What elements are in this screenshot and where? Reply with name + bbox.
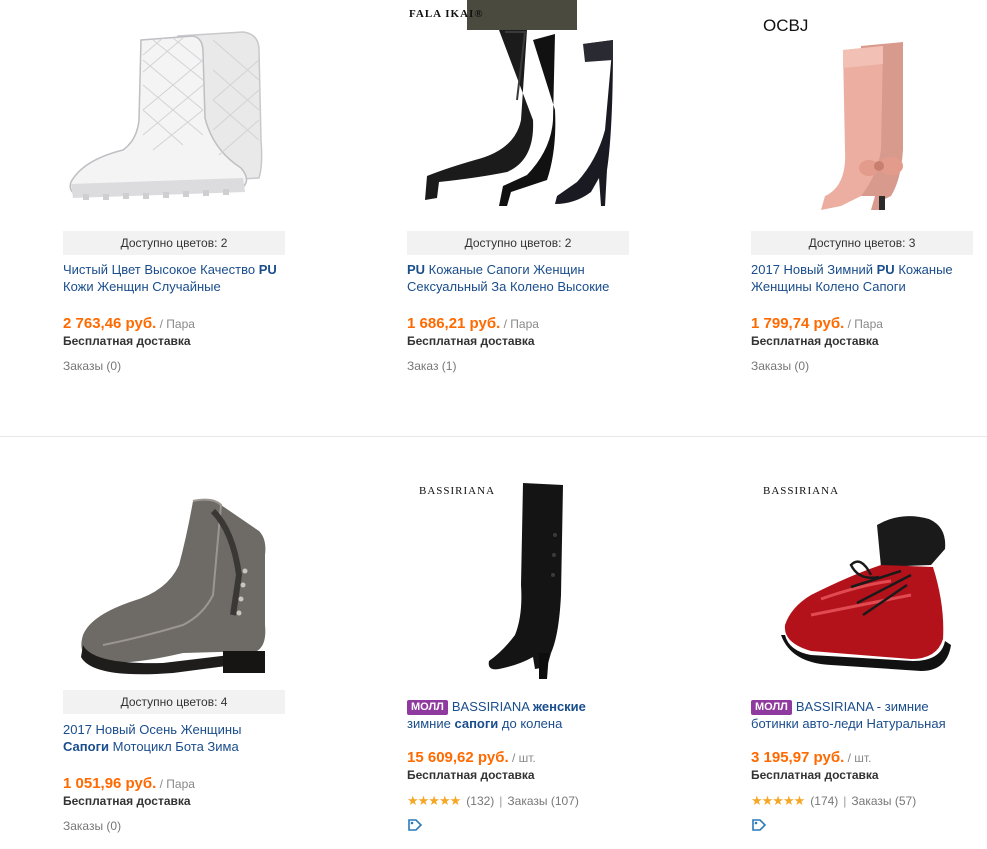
mall-badge[interactable]: МОЛЛ [407, 700, 448, 715]
price-value: 1 051,96 руб. [63, 775, 157, 792]
product-title[interactable]: PU Кожаные Сапоги Женщин Сексуальный За … [407, 261, 629, 295]
product-price: 2 763,46 руб. / Пара [63, 315, 195, 332]
free-shipping-label: Бесплатная доставка [63, 334, 191, 348]
orders-count[interactable]: Заказы (0) [63, 819, 121, 833]
product-title[interactable]: МОЛЛ BASSIRIANA женские зимние сапоги до … [407, 698, 629, 732]
product-title[interactable]: 2017 Новый Осень Женщины Сапоги Мотоцикл… [63, 721, 285, 755]
price-value: 1 686,21 руб. [407, 315, 501, 332]
free-shipping-label: Бесплатная доставка [407, 768, 535, 782]
brand-watermark: BASSIRIANA [763, 485, 840, 497]
title-keyword: PU [407, 262, 426, 277]
orders-count[interactable]: Заказы (107) [507, 794, 578, 808]
product-title[interactable]: 2017 Новый Зимний PU Кожаные Женщины Кол… [751, 261, 973, 295]
price-value: 15 609,62 руб. [407, 749, 509, 766]
product-price: 15 609,62 руб. / шт. [407, 749, 536, 766]
orders-count[interactable]: Заказы (57) [851, 794, 916, 808]
product-title[interactable]: МОЛЛ BASSIRIANA - зимние ботинки авто-лед… [751, 698, 973, 732]
price-unit: / шт. [844, 751, 872, 765]
title-text: Кожаные Сапоги Женщин Сексуальный За Кол… [407, 262, 610, 294]
title-keyword: женские [532, 699, 586, 714]
product-image[interactable] [407, 0, 629, 210]
available-colors: Доступно цветов: 3 [751, 231, 973, 255]
price-value: 2 763,46 руб. [63, 315, 157, 332]
mall-badge[interactable]: МОЛЛ [751, 700, 792, 715]
available-colors: Доступно цветов: 2 [63, 231, 285, 255]
brand-watermark: FALA IKAI® [409, 8, 484, 20]
star-rating-icon[interactable]: ★★★★★ [751, 793, 805, 808]
star-rating-icon[interactable]: ★★★★★ [407, 793, 461, 808]
coupon-icon[interactable] [407, 817, 423, 833]
title-text: Мотоцикл Бота Зима [108, 739, 239, 754]
price-value: 3 195,97 руб. [751, 749, 845, 766]
price-unit: / Пара [500, 317, 539, 331]
product-price: 1 686,21 руб. / Пара [407, 315, 539, 332]
price-unit: / Пара [156, 777, 195, 791]
orders-count[interactable]: Заказы (0) [63, 359, 121, 373]
product-row-1: Доступно цветов: 2 Чистый Цвет Высокое К… [0, 0, 987, 436]
title-text: BASSIRIANA [451, 699, 533, 714]
product-image[interactable] [407, 475, 629, 685]
brand-watermark: OCBJ [763, 16, 809, 35]
orders-count[interactable]: Заказы (0) [751, 359, 809, 373]
title-text: Чистый Цвет Высокое Качество [63, 262, 259, 277]
price-unit: / Пара [156, 317, 195, 331]
free-shipping-label: Бесплатная доставка [63, 794, 191, 808]
price-value: 1 799,74 руб. [751, 315, 845, 332]
free-shipping-label: Бесплатная доставка [751, 334, 879, 348]
coupon-icon[interactable] [751, 817, 767, 833]
title-text: 2017 Новый Осень Женщины [63, 722, 242, 737]
title-text: до колена [498, 716, 563, 731]
product-image[interactable] [751, 475, 973, 685]
title-keyword: сапоги [454, 716, 499, 731]
title-text: 2017 Новый Зимний [751, 262, 877, 277]
price-unit: / Пара [844, 317, 883, 331]
title-text: зимние [407, 716, 455, 731]
free-shipping-label: Бесплатная доставка [751, 768, 879, 782]
brand-watermark: BASSIRIANA [419, 485, 496, 497]
available-colors: Доступно цветов: 4 [63, 690, 285, 714]
product-price: 3 195,97 руб. / шт. [751, 749, 871, 766]
rating-row: ★★★★★ (174) | Заказы (57) [751, 793, 917, 808]
title-text: Кожи Женщин Случайные [63, 279, 221, 294]
price-unit: / шт. [508, 751, 536, 765]
product-price: 1 051,96 руб. / Пара [63, 775, 195, 792]
title-keyword: PU [876, 262, 895, 277]
free-shipping-label: Бесплатная доставка [407, 334, 535, 348]
title-keyword: PU [258, 262, 277, 277]
product-image[interactable] [63, 475, 285, 685]
orders-count[interactable]: Заказ (1) [407, 359, 456, 373]
reviews-count[interactable]: (174) [810, 794, 838, 808]
product-image[interactable] [63, 0, 285, 210]
available-colors: Доступно цветов: 2 [407, 231, 629, 255]
rating-row: ★★★★★ (132) | Заказы (107) [407, 793, 579, 808]
reviews-count[interactable]: (132) [466, 794, 494, 808]
product-row-2: Доступно цветов: 4 2017 Новый Осень Женщ… [0, 437, 987, 849]
product-price: 1 799,74 руб. / Пара [751, 315, 883, 332]
product-title[interactable]: Чистый Цвет Высокое Качество PU Кожи Жен… [63, 261, 285, 295]
title-keyword: Сапоги [63, 739, 109, 754]
